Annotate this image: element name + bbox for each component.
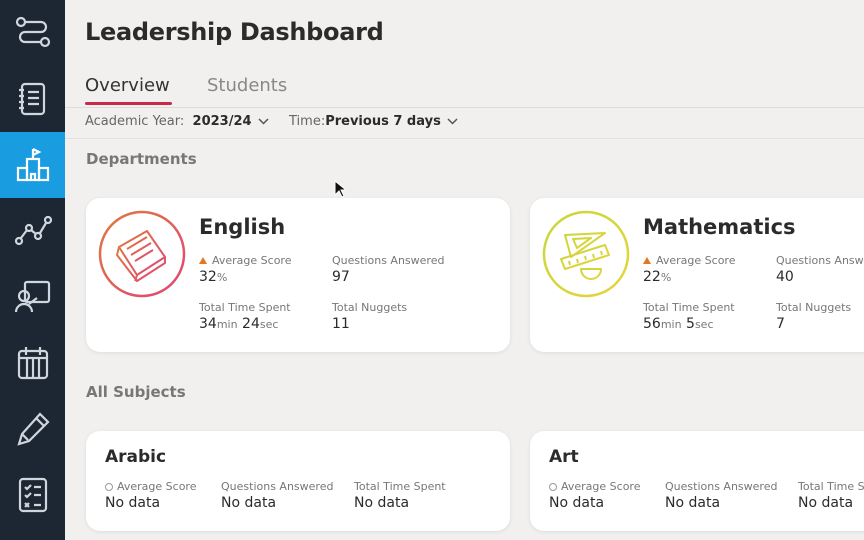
average-score-label: Average Score: [105, 480, 196, 493]
questions-answered-label: Questions Answered: [665, 480, 778, 493]
tab-overview[interactable]: Overview: [85, 75, 170, 96]
line-chart-icon: [14, 215, 52, 246]
questions-answered-value: 40: [776, 269, 794, 285]
department-name: Mathematics: [643, 215, 796, 239]
total-nuggets-label: Total Nuggets: [776, 301, 852, 314]
total-time-value: 34min 24sec: [199, 316, 279, 332]
subject-name: Arabic: [105, 447, 167, 467]
pencil-icon: [16, 412, 50, 446]
time-label: Time:: [289, 114, 326, 129]
checklist-icon: [18, 477, 47, 513]
geometry-tools-icon: [542, 210, 630, 298]
calendar-icon: [17, 347, 48, 380]
tab-students[interactable]: Students: [207, 75, 287, 96]
chevron-down-icon: [258, 118, 269, 125]
total-nuggets-value: 11: [332, 316, 350, 332]
page-title: Leadership Dashboard: [85, 18, 384, 46]
questions-answered-value: No data: [221, 495, 277, 511]
department-card-mathematics[interactable]: Mathematics Average Score 22% Questions …: [530, 198, 864, 352]
average-score-value: No data: [105, 495, 161, 511]
no-trend-icon: [105, 483, 113, 491]
tab-bar: Overview Students: [65, 66, 864, 108]
department-name: English: [199, 215, 286, 239]
subject-card-art[interactable]: Art Average Score No data Questions Answ…: [530, 431, 864, 531]
sidebar-item-tasks[interactable]: [0, 462, 65, 528]
sidebar-item-pathways[interactable]: [0, 0, 65, 66]
sidebar-item-notes[interactable]: [0, 66, 65, 132]
questions-answered-label: Questions Answered: [332, 254, 445, 267]
total-time-label: Total Time Spent: [798, 480, 864, 493]
total-nuggets-label: Total Nuggets: [332, 301, 408, 314]
academic-year-value: 2023/24: [192, 114, 252, 129]
section-title-departments: Departments: [86, 150, 197, 168]
questions-answered-label: Questions Answered: [776, 254, 864, 267]
sidebar-item-edit[interactable]: [0, 396, 65, 462]
subject-name: Art: [549, 447, 579, 467]
pathway-icon: [15, 16, 50, 48]
questions-answered-value: No data: [665, 495, 721, 511]
notebook-icon: [18, 82, 45, 116]
active-tab-indicator: [85, 102, 172, 105]
average-score-value: 22%: [643, 269, 672, 285]
total-nuggets-value: 7: [776, 316, 785, 332]
total-time-value: 56min 5sec: [643, 316, 714, 332]
sidebar-item-teaching[interactable]: [0, 264, 65, 330]
average-score-label: Average Score: [643, 254, 735, 267]
total-time-label: Total Time Spent: [643, 301, 735, 314]
sidebar-item-school[interactable]: [0, 132, 65, 198]
department-card-english[interactable]: English Average Score 32% Questions Answ…: [86, 198, 510, 352]
total-time-value: No data: [798, 495, 854, 511]
divider: [65, 138, 864, 139]
total-time-label: Total Time Spent: [354, 480, 446, 493]
average-score-label: Average Score: [549, 480, 640, 493]
sidebar: [0, 0, 65, 540]
chevron-down-icon: [447, 118, 458, 125]
average-score-value: No data: [549, 495, 605, 511]
academic-year-dropdown[interactable]: Academic Year: 2023/24: [85, 114, 269, 129]
trend-up-icon: [643, 257, 651, 264]
questions-answered-value: 97: [332, 269, 350, 285]
mouse-cursor-icon: [334, 180, 346, 198]
sidebar-item-calendar[interactable]: [0, 330, 65, 396]
section-title-all-subjects: All Subjects: [86, 383, 186, 401]
school-icon: [16, 148, 49, 182]
average-score-label: Average Score: [199, 254, 291, 267]
total-time-label: Total Time Spent: [199, 301, 291, 314]
trend-up-icon: [199, 257, 207, 264]
teacher-board-icon: [14, 280, 50, 313]
book-icon: [98, 210, 186, 298]
time-value: Previous 7 days: [325, 114, 441, 129]
main-content: Leadership Dashboard Overview Students A…: [65, 0, 864, 540]
no-trend-icon: [549, 483, 557, 491]
subject-card-arabic[interactable]: Arabic Average Score No data Questions A…: [86, 431, 510, 531]
time-range-dropdown[interactable]: Time: Previous 7 days: [289, 114, 458, 129]
questions-answered-label: Questions Answered: [221, 480, 334, 493]
academic-year-label: Academic Year:: [85, 114, 185, 129]
average-score-value: 32%: [199, 269, 228, 285]
total-time-value: No data: [354, 495, 410, 511]
sidebar-item-analytics[interactable]: [0, 198, 65, 264]
